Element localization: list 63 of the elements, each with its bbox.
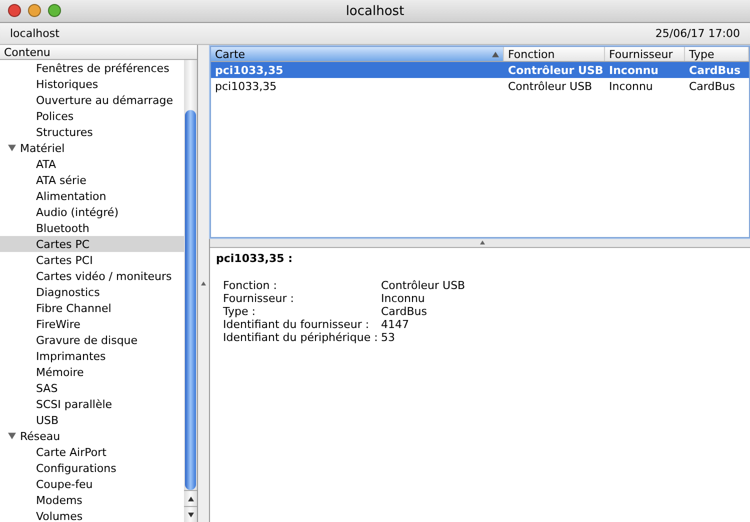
table-row[interactable]: pci1033,35 Contrôleur USB Inconnu CardBus (211, 62, 749, 78)
field-label: Fournisseur : (223, 292, 295, 305)
tree-item[interactable]: Imprimantes (0, 348, 184, 364)
date-time: 25/06/17 17:00 (655, 27, 740, 40)
scroll-down-icon[interactable] (188, 512, 194, 518)
scrollbar[interactable] (184, 60, 198, 522)
tree-item[interactable]: FireWire (0, 316, 184, 332)
tree-item[interactable]: Ouverture au démarrage (0, 92, 184, 108)
tree-item[interactable]: Bluetooth (0, 220, 184, 236)
field-value: CardBus (381, 305, 428, 318)
group-label: Réseau (20, 430, 60, 442)
tree-item[interactable]: Audio (intégré) (0, 204, 184, 220)
tree-group[interactable]: Réseau (0, 428, 184, 444)
detail-title: pci1033,35 : (216, 252, 294, 265)
splitter-handle[interactable] (480, 240, 485, 245)
group-label: Matériel (20, 142, 65, 154)
tree-item[interactable]: SAS (0, 380, 184, 396)
tree-item[interactable]: Volumes (0, 508, 184, 522)
field-label: Type : (223, 305, 256, 318)
tree-item[interactable]: Cartes vidéo / moniteurs (0, 268, 184, 284)
tree-item[interactable]: SCSI parallèle (0, 396, 184, 412)
tree-item[interactable]: Coupe-feu (0, 476, 184, 492)
tree-item[interactable]: ATA série (0, 172, 184, 188)
column-header[interactable]: Type (685, 47, 749, 61)
field-label: Identifiant du fournisseur : (223, 318, 370, 331)
field-value: Inconnu (381, 292, 426, 305)
field-value: Contrôleur USB (381, 279, 466, 292)
tree-item[interactable]: Carte AirPort (0, 444, 184, 460)
tree-item[interactable]: Cartes PC (0, 236, 184, 252)
tree-item[interactable]: Fenêtres de préférences (0, 60, 184, 76)
tree-item[interactable]: Polices (0, 108, 184, 124)
tree-group[interactable]: Matériel (0, 140, 184, 156)
disclosure-triangle-icon[interactable] (8, 432, 16, 440)
tree-item[interactable]: Historiques (0, 76, 184, 92)
tree-item[interactable]: Configurations (0, 460, 184, 476)
column-header: Contenu (0, 45, 198, 60)
close-button[interactable] (8, 4, 21, 17)
field-value: 4147 (381, 318, 410, 331)
column-header[interactable]: Fonction (504, 47, 605, 61)
tree-item[interactable]: ATA (0, 156, 184, 172)
scroll-thumb[interactable] (185, 110, 196, 490)
computer-name: localhost (10, 27, 60, 40)
splitter-handle[interactable] (198, 45, 210, 522)
tree-item[interactable]: Cartes PCI (0, 252, 184, 268)
column-header[interactable]: Fournisseur (605, 47, 685, 61)
field-value: 53 (381, 331, 396, 344)
tree-item[interactable]: Gravure de disque (0, 332, 184, 348)
tree-item[interactable]: Mémoire (0, 364, 184, 380)
tree-item[interactable]: Alimentation (0, 188, 184, 204)
minimize-button[interactable] (28, 4, 41, 17)
window-title: localhost (346, 4, 404, 18)
tree-item[interactable]: Structures (0, 124, 184, 140)
zoom-button[interactable] (48, 4, 61, 17)
disclosure-triangle-icon[interactable] (8, 144, 16, 152)
tree-item[interactable]: Diagnostics (0, 284, 184, 300)
column-header[interactable]: Carte (211, 47, 504, 61)
scroll-up-icon[interactable] (188, 496, 194, 502)
field-label: Identifiant du périphérique : (223, 331, 379, 344)
tree-item[interactable]: USB (0, 412, 184, 428)
tree-item[interactable]: Modems (0, 492, 184, 508)
tree-item[interactable]: Fibre Channel (0, 300, 184, 316)
sort-arrow-icon (492, 50, 499, 58)
field-label: Fonction : (223, 279, 278, 292)
